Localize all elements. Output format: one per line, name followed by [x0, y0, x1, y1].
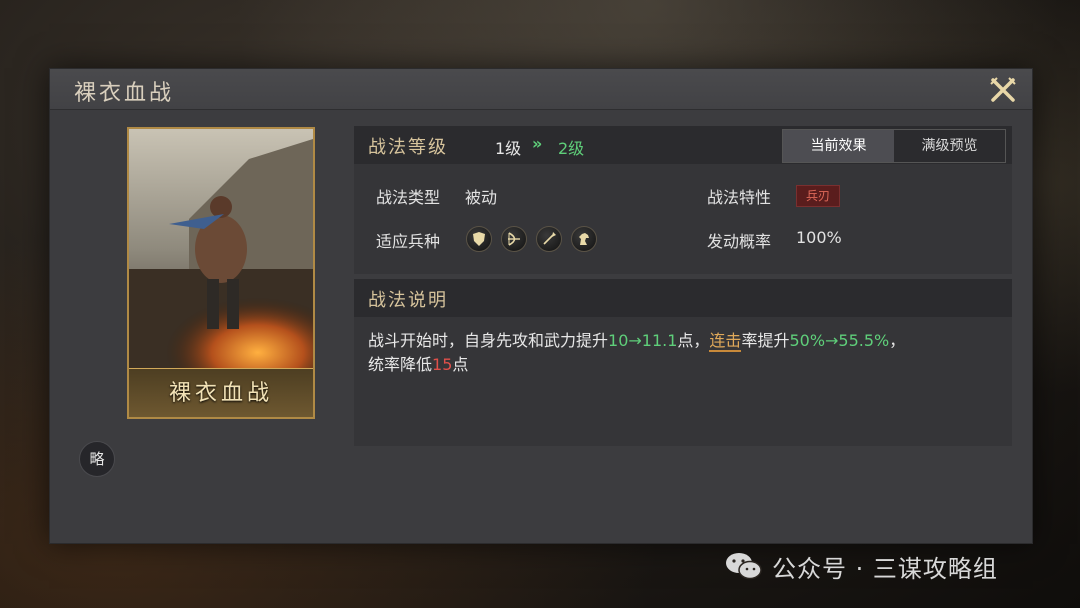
crossed-swords-close-icon: [990, 77, 1016, 102]
description-text: 战斗开始时，自身先攻和武力提升10→11.1点，连击率提升50%→55.5%， 统…: [368, 329, 998, 377]
close-button[interactable]: [988, 75, 1018, 105]
double-chevron-right-icon: »: [532, 134, 543, 153]
tactic-info-panel: 战法等级 1级 » 2级 当前效果 满级预览 战法类型 被动 战法特性 兵刃 适…: [354, 126, 1012, 274]
desc-value-combo-rate: 50%→55.5%: [789, 331, 890, 350]
desc-value-command: 15: [432, 355, 453, 374]
description-header: 战法说明: [354, 279, 1012, 317]
desc-segment: 统率降低: [368, 355, 433, 374]
description-title: 战法说明: [368, 290, 448, 311]
desc-value-attack: 10→11.1: [608, 331, 678, 350]
level-next: 2级: [558, 139, 585, 158]
bow-icon[interactable]: [501, 226, 527, 252]
combo-keyword-link[interactable]: 连击: [709, 331, 742, 352]
trait-badge: 兵刃: [796, 185, 840, 207]
desc-segment: ，: [889, 331, 906, 350]
tab-max-level-preview[interactable]: 满级预览: [894, 130, 1005, 162]
trait-label: 战法特性: [707, 188, 772, 207]
brief-toggle-button[interactable]: 略: [79, 441, 115, 477]
chance-value: 100%: [796, 228, 842, 247]
troop-icons: [466, 226, 597, 252]
desc-segment: 点: [452, 355, 469, 374]
card-label: 裸衣血战: [168, 381, 273, 406]
description-panel: 战法说明 战斗开始时，自身先攻和武力提升10→11.1点，连击率提升50%→55…: [354, 279, 1012, 446]
warrior-battle-illustration: [129, 129, 313, 369]
type-value: 被动: [465, 188, 498, 207]
spear-icon[interactable]: [536, 226, 562, 252]
tactic-card: 裸衣血战: [127, 127, 315, 419]
horse-icon[interactable]: [571, 226, 597, 252]
level-current: 1级: [495, 139, 522, 158]
level-label: 战法等级: [368, 137, 448, 158]
wechat-icon: [726, 553, 762, 580]
dialog-title: 裸衣血战: [74, 81, 175, 106]
type-label: 战法类型: [376, 188, 441, 207]
desc-segment: 战斗开始时，自身先攻和武力提升: [368, 331, 609, 350]
level-bar: 战法等级 1级 » 2级 当前效果 满级预览: [354, 126, 1012, 164]
tactic-detail-dialog: 裸衣血战 裸衣血战 略 战法等级 1级 » 2级 当前效果 满级预览 战法类型 …: [49, 68, 1033, 544]
desc-segment: 率提升: [741, 331, 790, 350]
tab-current-effect[interactable]: 当前效果: [783, 130, 894, 162]
desc-segment: 点，: [677, 331, 710, 350]
troops-label: 适应兵种: [376, 232, 441, 251]
effect-tabs: 当前效果 满级预览: [782, 129, 1006, 163]
shield-icon[interactable]: [466, 226, 492, 252]
dialog-header: 裸衣血战: [50, 69, 1032, 110]
chance-label: 发动概率: [707, 232, 772, 251]
watermark-text: 公众号 · 三谋攻略组: [772, 554, 998, 583]
watermark: 公众号 · 三谋攻略组: [724, 548, 998, 584]
